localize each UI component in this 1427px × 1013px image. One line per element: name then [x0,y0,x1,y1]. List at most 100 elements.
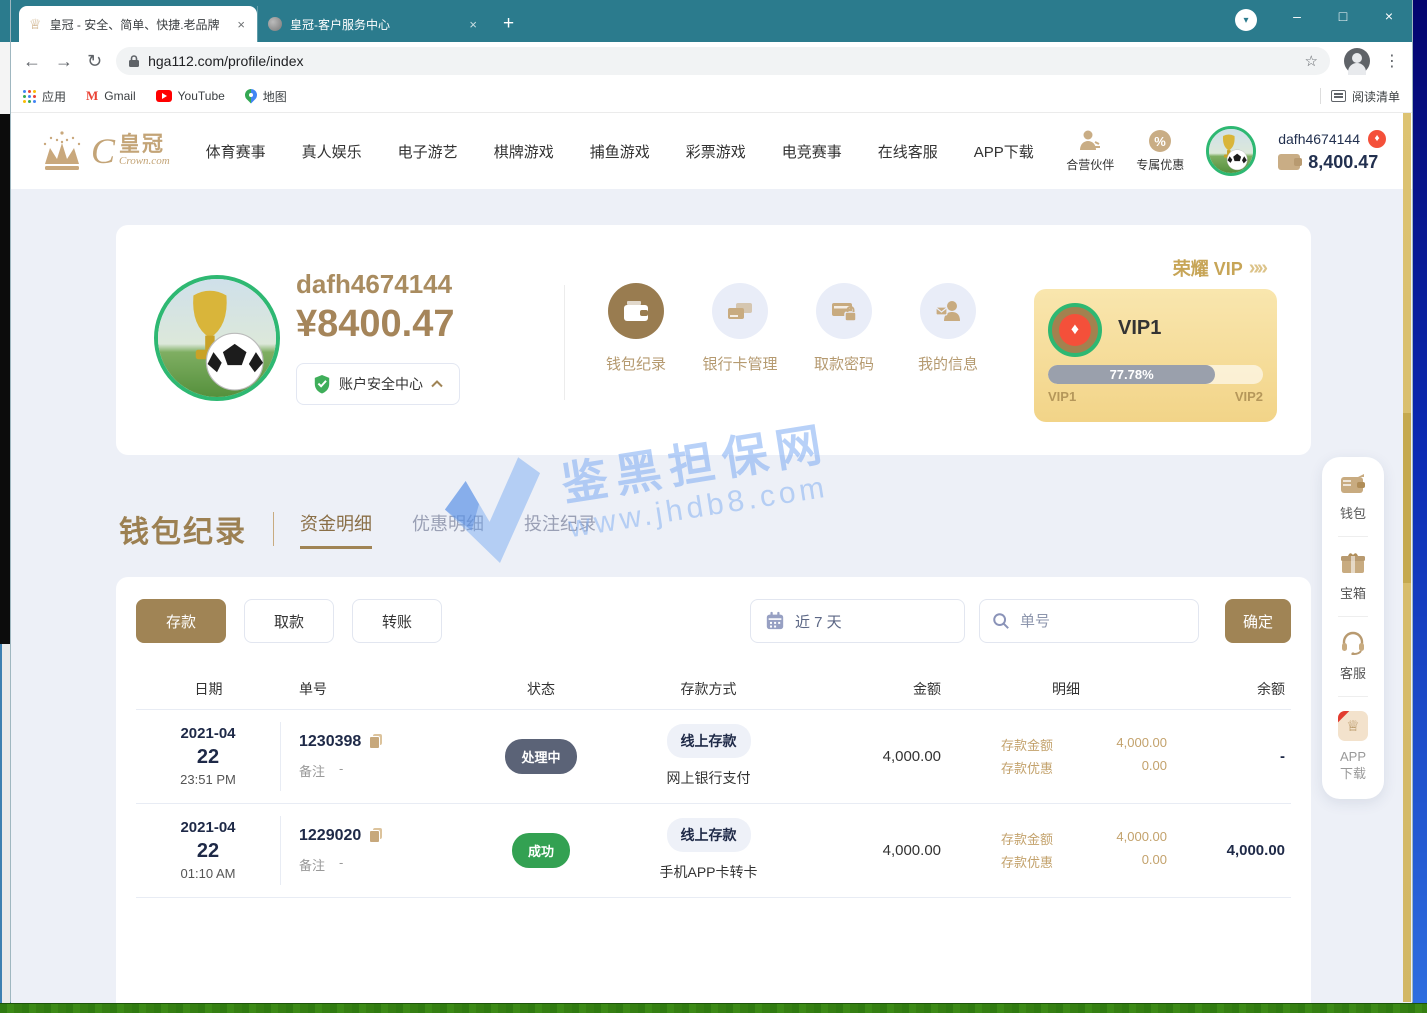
browser-window: ♕ 皇冠 - 安全、简单、快捷.老品牌 × 皇冠-客户服务中心 × + ▾ – … [10,0,1413,1003]
close-button[interactable]: × [1366,0,1412,32]
reading-list-button[interactable]: 阅读清单 [1331,88,1400,105]
forward-icon[interactable]: → [55,52,73,70]
nav-fishing[interactable]: 捕鱼游戏 [590,141,650,162]
bookmark-gmail[interactable]: M Gmail [86,88,136,104]
security-center-label: 账户安全中心 [339,374,423,394]
bookmark-maps[interactable]: 地图 [245,88,287,105]
tab-bet-records[interactable]: 投注纪录 [524,510,596,549]
bookmark-youtube[interactable]: YouTube [156,89,225,103]
vip-progress-label: 77.78% [1110,367,1154,382]
filter-withdraw-button[interactable]: 取款 [244,599,334,643]
scrollbar-thumb[interactable] [1403,413,1411,583]
back-icon[interactable]: ← [23,52,41,70]
row-date-time: 01:10 AM [136,865,280,883]
confirm-button[interactable]: 确定 [1225,599,1291,643]
watermark-line2: www.jhdb8.com [566,469,838,545]
wallet-records-icon [623,299,649,323]
promo-label: 专属优惠 [1136,156,1184,173]
action-my-info[interactable]: 我的信息 [896,283,1000,374]
order-number: 1229020 [299,827,361,845]
side-service-button[interactable]: 客服 [1340,631,1366,682]
order-search-field[interactable] [979,599,1199,643]
reload-icon[interactable]: ↻ [87,52,102,70]
note-value: - [339,855,343,874]
nav-live-casino[interactable]: 真人娱乐 [302,141,362,162]
site-logo[interactable]: C 皇冠 Crown.com [37,130,170,172]
browser-menu-icon[interactable]: ⋮ [1384,51,1400,71]
page-scrollbar[interactable] [1403,113,1411,1002]
bookmark-star-icon[interactable]: ☆ [1305,52,1318,70]
note-value: - [339,761,343,780]
vip-level: VIP1 [1118,317,1161,340]
filter-transfer-button[interactable]: 转账 [352,599,442,643]
vip-range-from: VIP1 [1048,389,1076,404]
browser-avatar-icon[interactable] [1344,48,1370,74]
header-balance: 8,400.47 [1308,152,1378,173]
maximize-button[interactable]: □ [1320,0,1366,32]
divider [1338,696,1368,697]
vip-diamond-icon: ♦ [1368,130,1386,148]
honor-vip-link[interactable]: 荣耀 VIP »» [1173,255,1265,281]
tab-crown-main[interactable]: ♕ 皇冠 - 安全、简单、快捷.老品牌 × [19,6,257,42]
side-app-download-button[interactable]: ♕ APP 下载 [1338,711,1368,783]
col-status: 状态 [466,679,616,699]
nav-board-games[interactable]: 棋牌游戏 [494,141,554,162]
header-username: dafh4674144 [1278,131,1360,147]
bookmarks-bar: 应用 M Gmail YouTube 地图 阅读清单 [11,80,1412,113]
address-input[interactable]: hga112.com/profile/index ☆ [116,47,1330,75]
profile-card: dafh4674144 ¥8400.47 账户安全中心 [116,225,1311,455]
page-title: 钱包纪录 [119,507,247,551]
side-chest-button[interactable]: 宝箱 [1340,551,1366,602]
table-header-row: 日期 单号 状态 存款方式 金额 明细 余额 [136,669,1291,709]
nav-lottery[interactable]: 彩票游戏 [686,141,746,162]
calendar-icon [765,611,785,631]
minimize-button[interactable]: – [1274,0,1320,32]
detail-cell: 存款金额4,000.00 存款优惠0.00 [951,829,1181,871]
vip-badge-icon: ♦ [1048,303,1102,357]
wallet-section-header: 钱包纪录 资金明细 优惠明细 投注纪录 [119,507,596,551]
action-bank-cards[interactable]: 银行卡管理 [688,283,792,374]
nav-app-download[interactable]: APP下载 [974,141,1034,162]
filter-deposit-button[interactable]: 存款 [136,599,226,643]
copy-icon[interactable] [369,734,382,749]
bookmark-apps[interactable]: 应用 [23,88,66,105]
order-search-input[interactable] [1020,613,1170,630]
action-wallet-records[interactable]: 钱包纪录 [584,283,688,374]
vip-progress-fill: 77.78% [1048,365,1215,384]
col-balance: 余额 [1181,679,1291,699]
row-date-month: 2021-04 [136,724,280,744]
search-icon [992,612,1010,630]
order-number: 1230398 [299,733,361,751]
bookmark-label: YouTube [178,89,225,103]
user-avatar[interactable] [1206,126,1256,176]
method-badge: 线上存款 [667,818,751,852]
partner-button[interactable]: 合营伙伴 [1066,129,1114,173]
copy-icon[interactable] [369,828,382,843]
tab-customer-service[interactable]: 皇冠-客户服务中心 × [257,6,489,42]
divider [1338,536,1368,537]
nav-online-service[interactable]: 在线客服 [878,141,938,162]
nav-slots[interactable]: 电子游艺 [398,141,458,162]
tab-funds-detail[interactable]: 资金明细 [300,510,372,549]
tab-close-icon[interactable]: × [235,17,247,32]
side-item-label: APP [1340,749,1366,764]
row-date-time: 23:51 PM [136,771,280,789]
nav-esports[interactable]: 电竞赛事 [782,141,842,162]
date-range-picker[interactable]: 近 7 天 [750,599,965,643]
new-tab-button[interactable]: + [489,6,528,42]
action-label: 取款密码 [814,353,874,374]
col-order: 单号 [281,679,466,699]
action-withdraw-password[interactable]: 取款密码 [792,283,896,374]
tab-search-button[interactable]: ▾ [1235,9,1257,31]
amount-value: 4,000.00 [801,842,951,859]
nav-sports[interactable]: 体育赛事 [206,141,266,162]
profile-avatar [154,275,280,401]
promo-button[interactable]: % 专属优惠 [1136,129,1184,173]
side-wallet-button[interactable]: 钱包 [1340,473,1366,522]
chevron-right-icon: »» [1249,257,1265,280]
tab-close-icon[interactable]: × [467,17,479,32]
maps-pin-icon [245,89,257,104]
account-security-button[interactable]: 账户安全中心 [296,363,460,405]
wallet-records-card: 存款 取款 转账 近 7 天 [116,577,1311,1013]
tab-promo-detail[interactable]: 优惠明细 [412,510,484,549]
